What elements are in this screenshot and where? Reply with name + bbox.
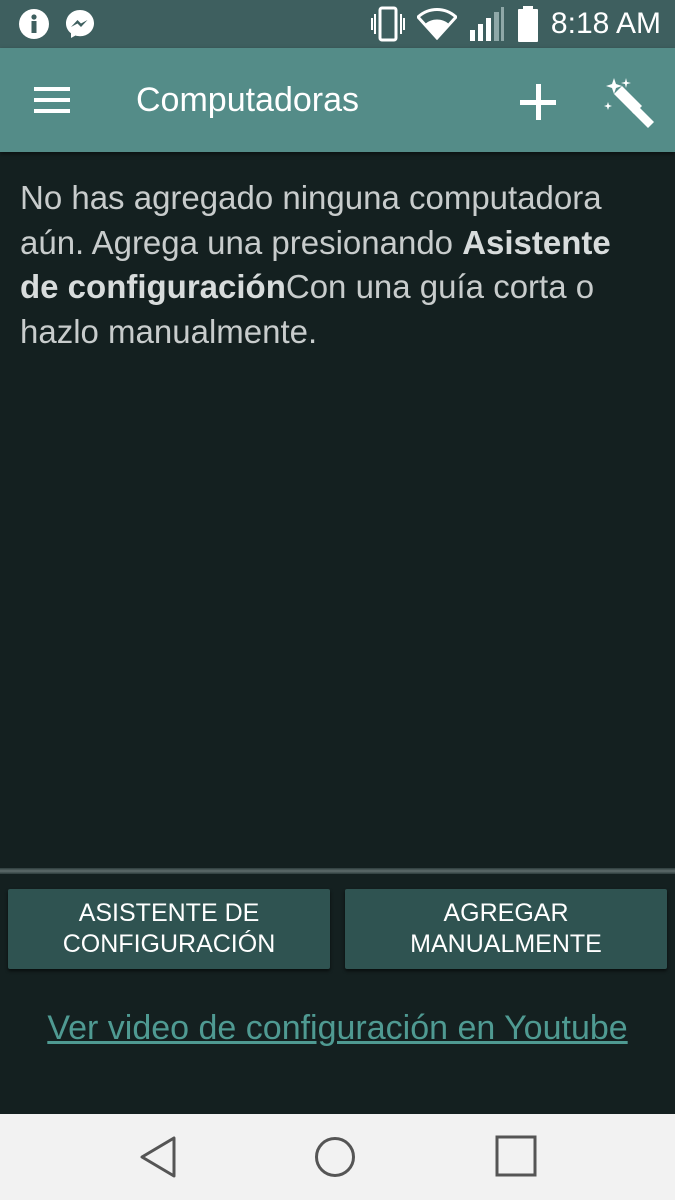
setup-wizard-label-line1: ASISTENTE DE <box>78 899 260 927</box>
setup-wizard-button[interactable]: ASISTENTE DE CONFIGURACIÓN <box>8 889 330 969</box>
battery-icon <box>517 5 539 43</box>
status-time: 8:18 AM <box>550 7 661 40</box>
messenger-icon <box>64 8 96 40</box>
app-bar: Computadoras <box>0 48 675 152</box>
add-manually-label-line2: MANUALMENTE <box>410 930 602 958</box>
empty-state-message: No has agregado ninguna computadora aún.… <box>20 176 650 354</box>
navigation-bar <box>0 1114 675 1200</box>
app-screen: 8:18 AM Computadoras No has agregado nin… <box>0 0 675 1200</box>
add-manually-button[interactable]: AGREGAR MANUALMENTE <box>345 889 667 969</box>
youtube-video-link[interactable]: Ver video de configuración en Youtube <box>20 1006 655 1050</box>
back-icon[interactable] <box>136 1134 182 1180</box>
magic-wand-icon[interactable] <box>602 74 658 130</box>
hamburger-menu-icon[interactable] <box>28 78 76 122</box>
add-manually-label-line1: AGREGAR <box>443 899 569 927</box>
page-title: Computadoras <box>136 81 360 119</box>
signal-icon <box>469 6 505 42</box>
vibrate-icon <box>370 5 405 43</box>
home-icon[interactable] <box>312 1134 358 1180</box>
info-icon <box>18 8 50 40</box>
setup-wizard-label-line2: CONFIGURACIÓN <box>62 930 276 958</box>
plus-icon[interactable] <box>512 76 564 128</box>
recents-icon[interactable] <box>494 1134 538 1178</box>
wifi-icon <box>416 8 457 40</box>
status-bar: 8:18 AM <box>0 0 675 48</box>
